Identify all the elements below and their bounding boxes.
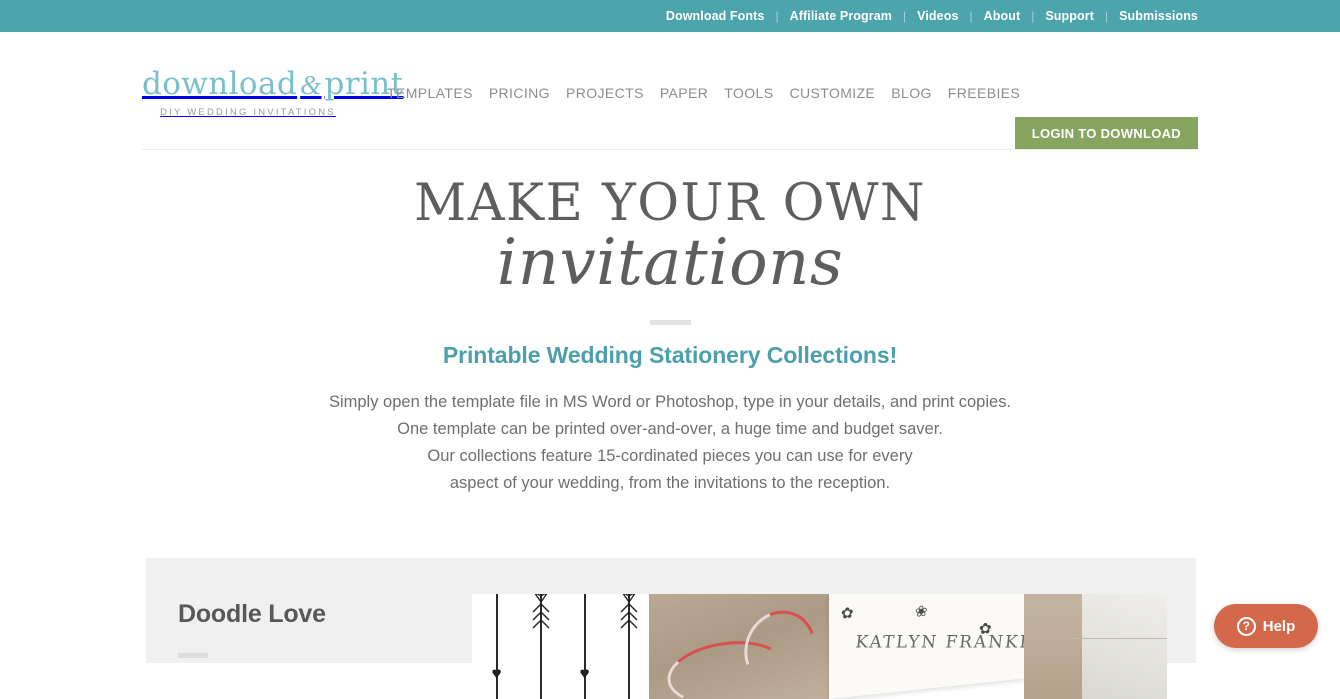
floral-doodle-icon: ✿ [841,604,854,623]
envelope [1072,594,1167,699]
heart-icon: ♥ [579,664,590,683]
collection-title: Doodle Love [178,600,326,628]
hero-section: MAKE YOUR OWN invitations Printable Wedd… [0,150,1340,497]
arrow-fletching-icon [620,603,638,629]
nav-item-pricing[interactable]: PRICING [489,85,550,101]
nav-item-freebies[interactable]: FREEBIES [948,85,1020,101]
logo-word-download: download [142,65,298,102]
kraft-paper-with-twine [649,594,829,699]
collection-photo[interactable]: ♥ ♥ ✿ ❀ ✿ KATLYN FRANKLIN [472,594,1167,699]
collection-title-underline [178,653,208,658]
arrow-shaft-icon [496,594,498,699]
nav-item-tools[interactable]: TOOLS [724,85,773,101]
nav-item-customize[interactable]: CUSTOMIZE [789,85,875,101]
collection-panel: Doodle Love ♥ ♥ ✿ ❀ ✿ KATLYN FRANKLIN [146,558,1196,699]
help-button[interactable]: ? Help [1214,604,1318,648]
hero-description-line-3: Our collections feature 15-cordinated pi… [427,446,913,465]
topbar-link-about[interactable]: About [984,9,1021,23]
site-logo[interactable]: download &print DIY WEDDING INVITATIONS [142,65,403,118]
hero-subtitle: Printable Wedding Stationery Collections… [442,341,898,368]
collection-info: Doodle Love [146,558,472,658]
heart-icon: ♥ [491,664,502,683]
topbar-link-videos[interactable]: Videos [917,9,958,23]
site-header: download &print DIY WEDDING INVITATIONS T… [0,32,1340,150]
question-mark-icon: ? [1236,616,1256,636]
nav-item-projects[interactable]: PROJECTS [566,85,644,101]
logo-ampersand: & [300,69,322,100]
hero-description: Simply open the template file in MS Word… [0,389,1340,497]
hero-description-line-1: Simply open the template file in MS Word… [328,392,1012,411]
nav-item-blog[interactable]: BLOG [891,85,932,101]
arrow-fletching-icon [532,603,550,629]
arrow-shaft-icon [584,594,586,699]
top-utility-bar: Download Fonts | Affiliate Program | Vid… [0,0,1340,32]
hero-description-line-2: One template can be printed over-and-ove… [397,419,943,438]
top-utility-links: Download Fonts | Affiliate Program | Vid… [666,9,1198,23]
topbar-link-affiliate-program[interactable]: Affiliate Program [790,9,892,23]
logo-tagline: DIY WEDDING INVITATIONS [160,106,336,118]
login-to-download-button[interactable]: LOGIN TO DOWNLOAD [1014,117,1198,150]
floral-doodle-icon: ❀ [915,602,928,621]
arrow-doodle-pattern: ♥ ♥ [472,594,649,699]
topbar-separator: | [969,9,973,23]
invitation-card: ✿ ❀ ✿ KATLYN FRANKLIN [829,594,1059,699]
topbar-separator: | [1104,9,1109,23]
hero-description-line-4: aspect of your wedding, from the invitat… [449,473,891,492]
topbar-link-download-fonts[interactable]: Download Fonts [666,9,765,23]
header-divider [142,149,1198,150]
arrow-head-icon [622,594,636,604]
hero-divider [649,319,691,325]
arrow-head-icon [534,594,548,604]
logo-wordmark: download &print [142,65,403,102]
topbar-separator: | [1031,9,1035,23]
topbar-link-submissions[interactable]: Submissions [1119,9,1198,23]
topbar-separator: | [775,9,779,23]
hero-title-line-1: MAKE YOUR OWN [413,174,927,233]
nav-item-templates[interactable]: TEMPLATES [387,85,473,101]
topbar-link-support[interactable]: Support [1045,9,1094,23]
nav-item-paper[interactable]: PAPER [660,85,708,101]
main-navigation: TEMPLATES PRICING PROJECTS PAPER TOOLS C… [387,85,1020,101]
topbar-separator: | [903,9,907,23]
hero-title-line-2: invitations [496,225,844,300]
help-button-label: Help [1262,617,1296,635]
